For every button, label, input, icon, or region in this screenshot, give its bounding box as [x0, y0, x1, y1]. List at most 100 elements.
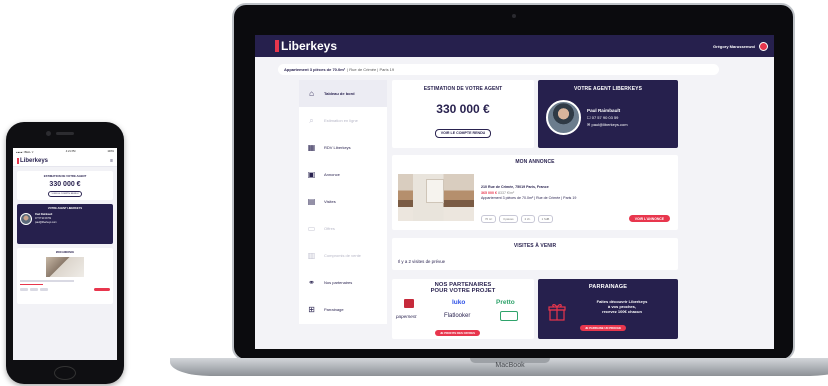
- sidebar-item-sale-agreement[interactable]: ▥ Compromis de vente: [299, 242, 387, 269]
- sidebar-item-label: RDV Liberkeys: [324, 145, 351, 150]
- hamburger-menu-icon[interactable]: ≡: [110, 158, 113, 164]
- phone-header: Liberkeys ≡: [13, 155, 117, 167]
- phone-logo[interactable]: Liberkeys: [17, 157, 49, 164]
- gift-icon: ⊞: [308, 305, 315, 314]
- phone-status-bar: ●●●●○ BELL ᯤ 4:21 PM 100%: [13, 148, 117, 155]
- phone-agent-title: VOTRE AGENT LIBERKEYS: [47, 207, 83, 210]
- phone-time: 4:21 PM: [65, 150, 76, 153]
- sidebar-item-label: Compromis de vente: [324, 253, 361, 258]
- phone-battery: 100%: [107, 150, 114, 153]
- laptop-lid: Liberkeys Grégory Marussenwol Appartemen…: [232, 3, 795, 361]
- agent-title: VOTRE AGENT LIBERKEYS: [573, 86, 643, 92]
- partner-logo-badge-icon[interactable]: [500, 311, 518, 321]
- brand-logo[interactable]: Liberkeys: [275, 39, 337, 53]
- brand-name: Liberkeys: [281, 39, 338, 53]
- home-icon: ⌂: [309, 89, 314, 98]
- phone-estimation-price: 330 000 €: [49, 181, 81, 188]
- phone-brand-name: Liberkeys: [20, 157, 49, 164]
- visits-card: VISITES À VENIR Il y a 2 visites de prév…: [392, 238, 678, 270]
- listing-tag-rooms: 3 pièces: [499, 215, 518, 223]
- user-menu[interactable]: Grégory Marussenwol: [713, 41, 768, 51]
- breadcrumb-property: Appartement 3 pièces de 70.0m²: [284, 67, 346, 72]
- phone-listing-photo: [46, 257, 84, 277]
- listing-title: MON ANNONCE: [515, 159, 555, 165]
- top-navigation-bar: Liberkeys Grégory Marussenwol: [255, 35, 774, 57]
- estimation-price: 330 000 €: [436, 102, 490, 116]
- phone-tag: [40, 288, 48, 291]
- phone-annonce-card: MON ANNONCE: [17, 248, 113, 304]
- view-report-button[interactable]: VOIR LE COMPTE RENDU: [434, 128, 492, 138]
- partners-card: NOS PARTENAIRES POUR VOTRE PROJET luko P…: [392, 279, 534, 339]
- phone-tag: [20, 288, 28, 291]
- sidebar-item-dashboard[interactable]: ⌂ Tableau de bord: [299, 80, 387, 107]
- agent-phone-row[interactable]: ☐ 07 57 90 03 59: [587, 114, 628, 121]
- refer-friend-button[interactable]: JE PARRAINE UN PROCHE: [580, 325, 627, 331]
- sidebar-item-label: Offres: [324, 226, 335, 231]
- breadcrumb: Appartement 3 pièces de 70.0m² | Rue de …: [278, 64, 719, 75]
- partner-offers-button[interactable]: JE PROFITE DES OFFRES: [435, 330, 480, 336]
- partner-logo-papernest[interactable]: papernest: [396, 314, 416, 319]
- sidebar-item-listing[interactable]: ▣ Annonce: [299, 161, 387, 188]
- phone-estimation-title: ESTIMATION DE VOTRE AGENT: [43, 174, 87, 178]
- calendar-icon: ▦: [307, 143, 316, 152]
- phone-home-button[interactable]: [54, 366, 76, 380]
- offers-icon: ▭: [307, 224, 316, 233]
- sidebar-item-label: Annonce: [324, 172, 340, 177]
- referral-title: PARRAINAGE: [588, 284, 628, 290]
- phone-estimation-card: ESTIMATION DE VOTRE AGENT 330 000 € VOIR…: [17, 171, 113, 200]
- laptop-screen: Liberkeys Grégory Marussenwol Appartemen…: [255, 35, 774, 349]
- email-icon: ✉: [587, 122, 591, 127]
- phone-agent-avatar: [20, 213, 32, 225]
- agent-avatar: [546, 100, 581, 135]
- phone-view-listing-button[interactable]: [94, 288, 110, 291]
- phone-camera: [46, 131, 51, 136]
- phone-listing-address-line: [20, 280, 74, 282]
- sidebar-item-visits[interactable]: ▤ Visites: [299, 188, 387, 215]
- phone-annonce-title: MON ANNONCE: [55, 251, 75, 254]
- sidebar-item-referral[interactable]: ⊞ Parrainage: [299, 296, 387, 323]
- phone-screen: ●●●●○ BELL ᯤ 4:21 PM 100% Liberkeys ≡ ES…: [13, 148, 117, 360]
- listing-details: Appartement 3 pièces de 70.0m² | Rue de …: [481, 196, 577, 200]
- visits-icon: ▤: [307, 197, 316, 206]
- visits-title: VISITES À VENIR: [513, 243, 557, 249]
- partner-logo-flatlooker[interactable]: Flatlooker: [444, 313, 470, 319]
- partner-logo-luko[interactable]: luko: [452, 299, 465, 306]
- contract-icon: ▥: [307, 251, 316, 260]
- sidebar: ⌂ Tableau de bord ⌕ Estimation en ligne …: [299, 80, 387, 324]
- estimation-card: ESTIMATION DE VOTRE AGENT 330 000 € VOIR…: [392, 80, 534, 148]
- agent-email: paul@liberkeys.com: [591, 122, 628, 127]
- visits-text: Il y a 2 visites de prévue: [398, 259, 446, 264]
- sidebar-item-label: Nos partenaires: [324, 280, 353, 285]
- referral-line3: recevez 100€ chacun: [602, 309, 642, 315]
- phone-view-report-button[interactable]: VOIR LE COMPTE RENDU: [47, 191, 83, 197]
- partner-logo-ouest-france-icon[interactable]: [404, 299, 414, 308]
- view-listing-button[interactable]: VOIR L'ANNONCE: [628, 215, 670, 222]
- listing-icon: ▣: [307, 170, 316, 179]
- search-icon: ⌕: [309, 115, 314, 125]
- user-avatar[interactable]: [759, 41, 768, 51]
- handshake-icon: ⚭: [308, 278, 315, 287]
- listing-card: MON ANNONCE 210 Rue de Crimée, 75019 Par…: [392, 155, 678, 230]
- phone-icon: ☐: [587, 115, 591, 120]
- sidebar-item-online-estimate[interactable]: ⌕ Estimation en ligne: [299, 107, 387, 134]
- sidebar-item-appointments[interactable]: ▦ RDV Liberkeys: [299, 134, 387, 161]
- sidebar-item-label: Parrainage: [324, 307, 344, 312]
- agent-email-row[interactable]: ✉ paul@liberkeys.com: [587, 121, 628, 128]
- referral-text: Faites découvrir Liberkeys à vos proches…: [572, 299, 672, 315]
- listing-price: 365 000 €: [481, 190, 497, 195]
- gift-icon: [548, 304, 566, 321]
- sidebar-item-offers[interactable]: ▭ Offres: [299, 215, 387, 242]
- laptop-base: MacBook: [170, 358, 828, 376]
- partner-logo-pretto[interactable]: Pretto: [496, 299, 515, 306]
- listing-price-per-m2: 8337 €/m²: [498, 190, 515, 195]
- breadcrumb-location: | Rue de Crimée | Paris 19: [347, 67, 395, 72]
- listing-tag-surface: 70 m²: [481, 215, 497, 223]
- agent-phone: 07 57 90 03 59: [591, 115, 619, 120]
- phone-listing-price-line: [20, 283, 43, 285]
- sidebar-item-partners[interactable]: ⚭ Nos partenaires: [299, 269, 387, 296]
- listing-photo[interactable]: [398, 174, 474, 221]
- phone-agent-email[interactable]: paul@liberkeys.com: [35, 221, 57, 225]
- phone-signal: ●●●●○ BELL ᯤ: [16, 150, 34, 154]
- listing-tag-bedrooms: 2 ch.: [520, 215, 535, 223]
- phone-tag: [30, 288, 38, 291]
